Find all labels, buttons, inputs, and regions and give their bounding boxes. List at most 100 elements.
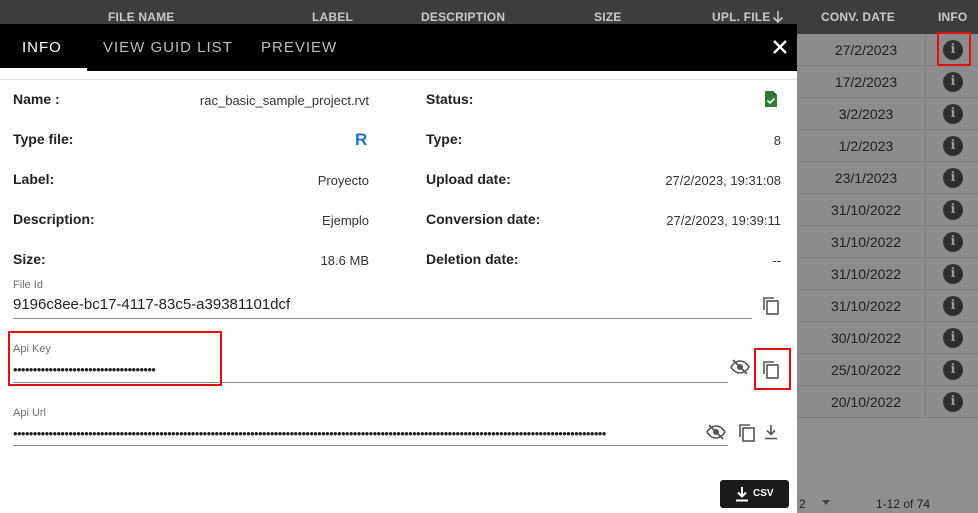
column-separator (925, 290, 926, 322)
column-upload-file[interactable]: UPL. FILE (712, 10, 770, 24)
info-icon[interactable]: i (943, 200, 963, 220)
info-icon[interactable]: i (943, 168, 963, 188)
type-file-label: Type file: (13, 131, 74, 147)
column-size[interactable]: SIZE (594, 10, 621, 24)
csv-label: CSV (753, 488, 774, 499)
table-row[interactable]: 23/1/2023 i (797, 162, 978, 194)
table-row[interactable]: 1/2/2023 i (797, 130, 978, 162)
dialog-tab-bar: INFO VIEW GUID LIST PREVIEW (0, 24, 797, 71)
table-row[interactable]: 25/10/2022 i (797, 354, 978, 386)
deletion-date-label: Deletion date: (426, 251, 519, 267)
column-file-name[interactable]: FILE NAME (108, 10, 174, 24)
conv-date-cell: 3/2/2023 (838, 106, 894, 122)
conv-date-cell: 31/10/2022 (830, 202, 902, 218)
size-value: 18.6 MB (320, 253, 369, 268)
conv-date-cell: 31/10/2022 (830, 298, 902, 314)
table-row[interactable]: 3/2/2023 i (797, 98, 978, 130)
api-url-label: Api Url (13, 407, 47, 419)
column-info: INFO (938, 10, 968, 24)
tab-preview[interactable]: PREVIEW (261, 24, 337, 71)
revit-file-icon: R (355, 130, 368, 149)
table-row[interactable]: 31/10/2022 i (797, 290, 978, 322)
deletion-date-value: -- (772, 253, 781, 268)
visibility-off-icon[interactable] (706, 424, 726, 440)
tab-info[interactable]: INFO (22, 24, 62, 71)
conv-date-cell: 27/2/2023 (834, 42, 898, 58)
conversion-date-value: 27/2/2023, 19:39:11 (666, 213, 781, 228)
info-icon[interactable]: i (943, 360, 963, 380)
visibility-off-icon[interactable] (730, 359, 750, 375)
chevron-down-icon[interactable] (822, 500, 830, 505)
close-icon (773, 40, 787, 54)
column-separator (925, 194, 926, 226)
info-icon[interactable]: i (943, 136, 963, 156)
download-icon (736, 487, 748, 502)
upload-date-value: 27/2/2023, 19:31:08 (665, 173, 781, 188)
label-label: Label: (13, 171, 55, 187)
column-separator (925, 354, 926, 386)
highlight-api-key-field (8, 331, 222, 386)
highlight-info-button (937, 32, 971, 66)
close-button[interactable] (770, 36, 790, 58)
table-row[interactable]: 30/10/2022 i (797, 322, 978, 354)
column-separator (925, 34, 926, 66)
conv-date-cell: 30/10/2022 (830, 330, 902, 346)
api-url-field[interactable]: ••••••••••••••••••••••••••••••••••••••••… (13, 426, 702, 441)
column-description[interactable]: DESCRIPTION (421, 10, 505, 24)
column-conv-date[interactable]: CONV. DATE (821, 10, 895, 24)
label-value: Proyecto (317, 173, 369, 188)
conversion-date-label: Conversion date: (426, 211, 541, 227)
copy-icon[interactable] (738, 423, 756, 443)
conv-date-cell: 20/10/2022 (830, 394, 902, 410)
file-check-icon (765, 91, 777, 107)
file-info-dialog: INFO VIEW GUID LIST PREVIEW Name : rac_b… (0, 24, 797, 513)
table-row[interactable]: 20/10/2022 i (797, 386, 978, 418)
info-icon[interactable]: i (943, 264, 963, 284)
file-id-field[interactable]: 9196c8ee-bc17-4117-83c5-a39381101dcf (13, 296, 748, 313)
column-separator (925, 66, 926, 98)
divider (0, 79, 797, 80)
type-label: Type: (426, 131, 463, 147)
tab-view-guid-list[interactable]: VIEW GUID LIST (103, 24, 233, 71)
status-label: Status: (426, 91, 474, 107)
highlight-copy-api-key (754, 348, 791, 390)
info-icon[interactable]: i (943, 104, 963, 124)
name-label: Name : (13, 91, 60, 107)
info-icon[interactable]: i (943, 392, 963, 412)
column-separator (925, 386, 926, 418)
sort-arrow-down-icon[interactable] (772, 10, 784, 24)
conv-date-cell: 31/10/2022 (830, 266, 902, 282)
description-value: Ejemplo (322, 213, 369, 228)
table-row[interactable]: 31/10/2022 i (797, 226, 978, 258)
table-row[interactable]: 31/10/2022 i (797, 258, 978, 290)
name-value: rac_basic_sample_project.rvt (199, 93, 369, 108)
conv-date-cell: 23/1/2023 (834, 170, 898, 186)
download-csv-button[interactable]: CSV (720, 480, 789, 508)
table-row[interactable]: 31/10/2022 i (797, 194, 978, 226)
upload-date-label: Upload date: (426, 171, 511, 187)
pagination-page-select[interactable]: 2 (799, 497, 806, 511)
active-tab-indicator (0, 68, 87, 71)
conv-date-cell: 17/2/2023 (834, 74, 898, 90)
info-icon[interactable]: i (943, 72, 963, 92)
conv-date-cell: 31/10/2022 (830, 234, 902, 250)
copy-icon[interactable] (762, 296, 780, 316)
column-separator (925, 130, 926, 162)
info-icon[interactable]: i (943, 296, 963, 316)
download-icon[interactable] (764, 424, 778, 440)
column-separator (925, 98, 926, 130)
info-icon[interactable]: i (943, 328, 963, 348)
column-separator (925, 258, 926, 290)
info-icon[interactable]: i (943, 232, 963, 252)
column-label[interactable]: LABEL (312, 10, 353, 24)
column-separator (925, 162, 926, 194)
column-separator (925, 322, 926, 354)
size-label: Size: (13, 251, 46, 267)
conv-date-cell: 25/10/2022 (830, 362, 902, 378)
api-url-underline (13, 445, 728, 446)
column-separator (925, 226, 926, 258)
type-value: 8 (773, 133, 781, 148)
conv-date-cell: 1/2/2023 (838, 138, 894, 154)
file-id-label: File Id (13, 279, 43, 291)
table-row[interactable]: 17/2/2023 i (797, 66, 978, 98)
